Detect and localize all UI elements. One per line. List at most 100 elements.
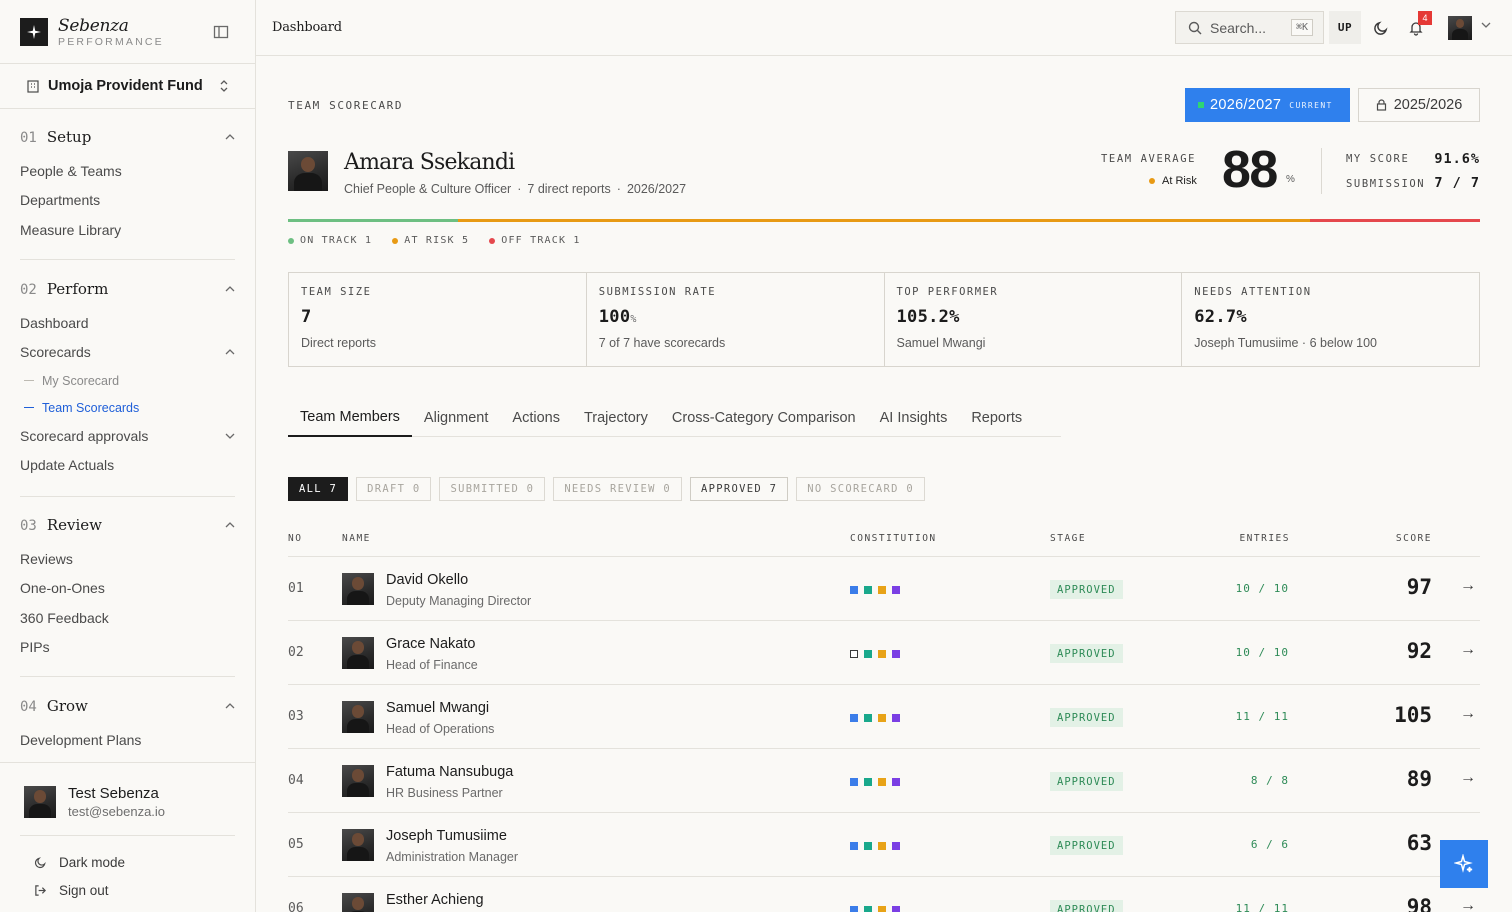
org-switcher[interactable]: Umoja Provident Fund	[0, 63, 255, 109]
constitution-square	[864, 650, 872, 658]
team-average-label: TEAM AVERAGE	[1101, 153, 1197, 165]
nav-item-pips[interactable]: PIPs	[20, 633, 235, 663]
constitution-square	[864, 778, 872, 786]
search-icon	[1188, 21, 1202, 34]
col-entries: ENTRIES	[1239, 533, 1290, 544]
person-meta: Chief People & Culture Officer · 7 direct …	[344, 182, 687, 196]
row-score: 97	[1406, 575, 1432, 599]
sidebar-collapse-icon[interactable]	[213, 24, 229, 40]
nav-item-one-on-ones[interactable]: One-on-Ones	[20, 574, 235, 604]
col-stage: STAGE	[1050, 533, 1087, 544]
avatar	[342, 893, 374, 912]
nav-item-dashboard[interactable]: Dashboard	[20, 308, 235, 338]
arrow-right-icon[interactable]: →	[1460, 705, 1476, 723]
table-row[interactable]: 06 Esther Achieng APPROVED 11 / 11 98 →	[288, 877, 1480, 912]
nav-item-scorecards[interactable]: Scorecards	[20, 338, 235, 368]
constitution-square	[878, 906, 886, 912]
avatar[interactable]	[1448, 16, 1472, 40]
arrow-right-icon[interactable]: →	[1460, 897, 1476, 912]
chevron-down-icon	[225, 433, 235, 439]
nav-head-perform[interactable]: 02 Perform	[20, 274, 235, 304]
filter-needs-review[interactable]: NEEDS REVIEW 0	[553, 477, 683, 501]
filter-approved[interactable]: APPROVED 7	[690, 477, 789, 501]
ai-assistant-button[interactable]	[1440, 840, 1488, 888]
nav-item-people-teams[interactable]: People & Teams	[20, 156, 235, 186]
year-previous-button[interactable]: 2025/2026	[1358, 88, 1480, 122]
theme-toggle-icon[interactable]	[1371, 18, 1391, 38]
nav-head-setup[interactable]: 01 Setup	[20, 122, 235, 152]
legend-at-risk: AT RISK 5	[392, 235, 469, 246]
arrow-right-icon[interactable]: →	[1460, 641, 1476, 659]
nav-item-development-plans[interactable]: Development Plans	[20, 725, 235, 755]
user-profile[interactable]: Test Sebenza test@sebenza.io	[24, 785, 165, 819]
row-entries: 10 / 10	[1235, 582, 1289, 595]
filter-all[interactable]: ALL 7	[288, 477, 349, 501]
year-current-button[interactable]: 2026/2027 CURRENT	[1185, 88, 1350, 122]
nav-sub-team-scorecards[interactable]: Team Scorecards	[20, 394, 235, 421]
chevron-down-icon[interactable]	[1481, 22, 1491, 28]
arrow-right-icon[interactable]: →	[1460, 577, 1476, 595]
person-name: Amara Ssekandi	[344, 150, 515, 175]
divider	[20, 835, 235, 836]
breadcrumb[interactable]: Dashboard	[272, 20, 342, 35]
col-score: SCORE	[1395, 533, 1432, 544]
constitution-square	[864, 906, 872, 912]
nav-title-grow: Grow	[46, 697, 88, 715]
tab-ai-insights[interactable]: AI Insights	[868, 399, 960, 437]
nav-item-departments[interactable]: Departments	[20, 186, 235, 216]
row-number: 05	[288, 837, 304, 852]
tab-reports[interactable]: Reports	[959, 399, 1034, 437]
nav-item-measure-library[interactable]: Measure Library	[20, 215, 235, 245]
table-row[interactable]: 03 Samuel Mwangi Head of Operations APPR…	[288, 685, 1480, 749]
building-icon	[27, 80, 39, 93]
arrow-right-icon[interactable]: →	[1460, 769, 1476, 787]
constitution-square	[850, 650, 858, 658]
table-row[interactable]: 04 Fatuma Nansubuga HR Business Partner …	[288, 749, 1480, 813]
nav-item-scorecard-approvals[interactable]: Scorecard approvals	[20, 421, 235, 451]
sign-out-button[interactable]: Sign out	[34, 876, 125, 904]
tab-alignment[interactable]: Alignment	[412, 399, 500, 437]
org-name: Umoja Provident Fund	[48, 78, 203, 94]
nav-head-review[interactable]: 03 Review	[20, 510, 235, 540]
stat-top-performer: TOP PERFORMER 105.2% Samuel Mwangi	[885, 273, 1183, 366]
table-row[interactable]: 05 Joseph Tumusiime Administration Manag…	[288, 813, 1480, 877]
tab-actions[interactable]: Actions	[500, 399, 572, 437]
divider	[20, 676, 235, 677]
tab-bar: Team Members Alignment Actions Trajector…	[288, 399, 1061, 437]
search-input[interactable]: Search... ⌘K	[1175, 11, 1324, 44]
filter-no-scorecard[interactable]: NO SCORECARD 0	[796, 477, 925, 501]
constitution	[850, 714, 906, 722]
brand[interactable]: Sebenza PERFORMANCE	[20, 14, 164, 50]
filter-draft[interactable]: DRAFT 0	[356, 477, 432, 501]
filter-chips: ALL 7 DRAFT 0 SUBMITTED 0 NEEDS REVIEW 0…	[288, 477, 933, 501]
constitution-square	[850, 714, 858, 722]
constitution-square	[892, 778, 900, 786]
moon-icon	[34, 856, 46, 868]
nav-item-360-feedback[interactable]: 360 Feedback	[20, 603, 235, 633]
team-average-status: At Risk	[1149, 175, 1197, 187]
constitution	[850, 650, 906, 658]
person-header: Amara Ssekandi Chief People & Culture Of…	[288, 151, 686, 196]
filter-submitted[interactable]: SUBMITTED 0	[439, 477, 546, 501]
nav-item-reviews[interactable]: Reviews	[20, 544, 235, 574]
table-row[interactable]: 01 David Okello Deputy Managing Director…	[288, 557, 1480, 621]
row-role: Administration Manager	[386, 850, 519, 864]
table-row[interactable]: 02 Grace Nakato Head of Finance APPROVED…	[288, 621, 1480, 685]
chevron-up-icon	[225, 134, 235, 140]
avatar	[342, 573, 374, 605]
tab-cross-category-comparison[interactable]: Cross-Category Comparison	[660, 399, 868, 437]
constitution-square	[864, 714, 872, 722]
nav-section-review: 03 Review Reviews One-on-Ones 360 Feedbac…	[20, 510, 235, 662]
tab-trajectory[interactable]: Trajectory	[572, 399, 660, 437]
nav-item-update-actuals[interactable]: Update Actuals	[20, 451, 235, 481]
col-constitution: CONSTITUTION	[850, 533, 937, 544]
stats-panel: TEAM SIZE 7 Direct reports SUBMISSION RA…	[288, 272, 1480, 367]
user-initials-button[interactable]: UP	[1329, 11, 1361, 44]
table-header: NO NAME CONSTITUTION STAGE ENTRIES SCORE	[288, 533, 1480, 557]
nav-head-grow[interactable]: 04 Grow	[20, 691, 235, 721]
tab-team-members[interactable]: Team Members	[288, 399, 412, 437]
dark-mode-button[interactable]: Dark mode	[34, 848, 125, 876]
nav-sub-my-scorecard[interactable]: My Scorecard	[20, 367, 235, 394]
status-badge: APPROVED	[1050, 836, 1123, 855]
row-entries: 10 / 10	[1235, 646, 1289, 659]
